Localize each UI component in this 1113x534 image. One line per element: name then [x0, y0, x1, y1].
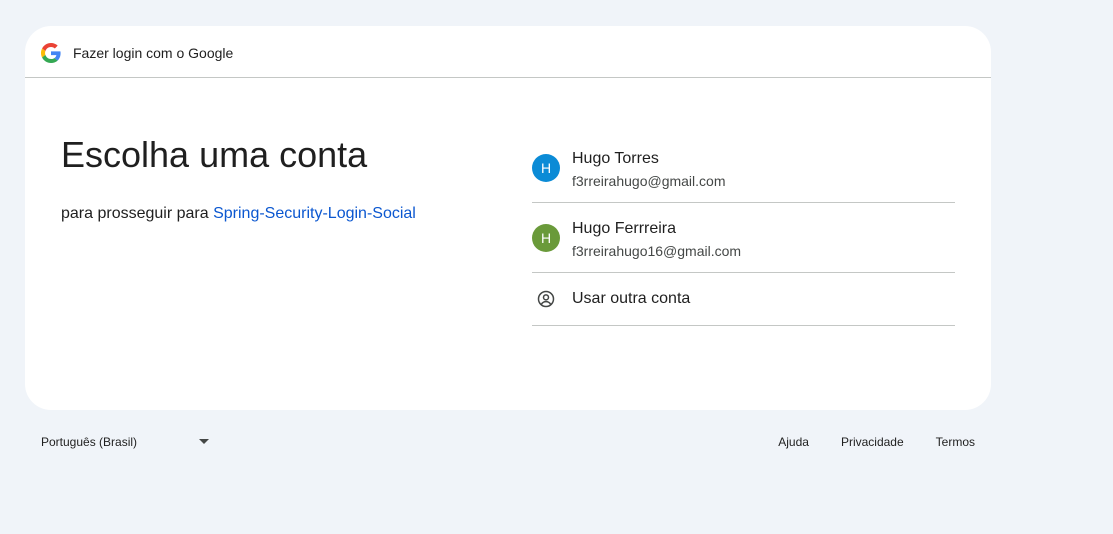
account-email: f3rreirahugo16@gmail.com	[572, 243, 742, 259]
footer: Português (Brasil) Ajuda Privacidade Ter…	[25, 426, 991, 458]
subtitle-prefix: para prosseguir para	[61, 205, 209, 222]
account-email: f3rreirahugo@gmail.com	[572, 173, 726, 189]
page-title: Escolha uma conta	[61, 134, 368, 175]
use-another-account-button[interactable]: Usar outra conta	[532, 273, 955, 326]
privacy-link[interactable]: Privacidade	[841, 434, 904, 450]
card-header: Fazer login com o Google	[25, 26, 991, 78]
account-name: Hugo Ferrreira	[572, 220, 677, 237]
account-circle-icon	[537, 290, 555, 308]
account-name: Hugo Torres	[572, 150, 659, 167]
terms-link[interactable]: Termos	[936, 434, 975, 450]
help-link[interactable]: Ajuda	[778, 434, 809, 450]
app-name-link[interactable]: Spring-Security-Login-Social	[213, 205, 416, 222]
account-item[interactable]: H Hugo Torres f3rreirahugo@gmail.com	[532, 133, 955, 203]
language-label: Português (Brasil)	[41, 435, 138, 449]
google-g-icon	[41, 43, 61, 63]
avatar: H	[532, 154, 560, 182]
use-another-account-label: Usar outra conta	[572, 290, 691, 307]
account-list: H Hugo Torres f3rreirahugo@gmail.com H H…	[532, 133, 955, 326]
language-select[interactable]: Português (Brasil)	[41, 434, 217, 450]
subtitle: para prosseguir para Spring-Security-Log…	[61, 204, 416, 224]
footer-links: Ajuda Privacidade Termos	[778, 434, 975, 450]
chevron-down-icon	[199, 439, 209, 444]
account-item[interactable]: H Hugo Ferrreira f3rreirahugo16@gmail.co…	[532, 203, 955, 273]
signin-card: Fazer login com o Google Escolha uma con…	[25, 26, 991, 410]
header-title: Fazer login com o Google	[73, 45, 234, 61]
avatar: H	[532, 224, 560, 252]
